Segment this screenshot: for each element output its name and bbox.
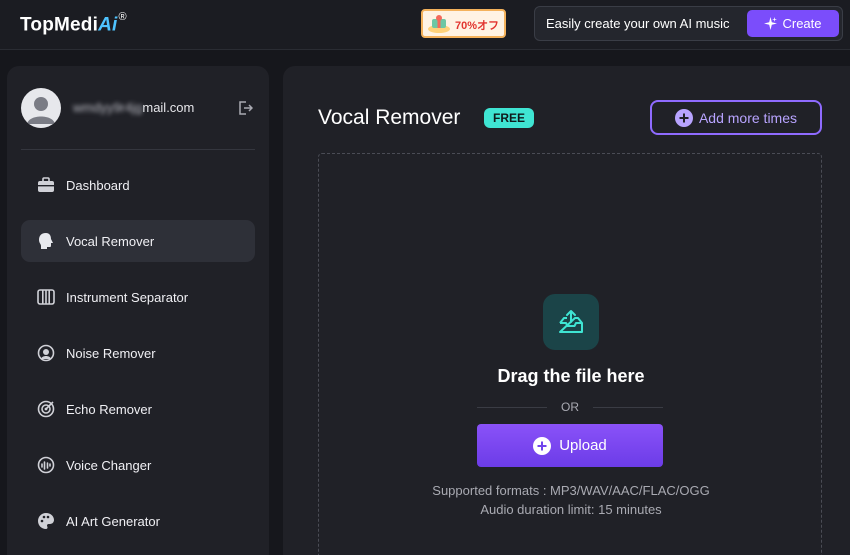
palette-icon [37,512,55,530]
sidebar-item-noise-remover[interactable]: Noise Remover [21,332,255,374]
logo-ai-mark: Ai [98,14,118,36]
user-account: wmdyy9r4jgmail.com [21,86,257,130]
sidebar-item-echo-remover[interactable]: Echo Remover [21,388,255,430]
promo-gift-icon [428,15,450,33]
sidebar-item-label: Voice Changer [66,457,152,473]
piano-icon [37,288,55,306]
user-icon [27,97,55,124]
sidebar-item-label: Dashboard [66,177,130,193]
logo-text: TopMedi [20,14,99,36]
noise-icon [37,344,55,362]
app-logo[interactable]: TopMediAi® [20,11,127,36]
registered-mark: ® [118,11,127,23]
page-title: Vocal Remover [318,106,461,129]
upload-tray-icon [559,310,583,333]
email-domain: mail.com [142,100,195,115]
or-text: OR [561,400,579,414]
file-dropzone[interactable]: Drag the file here OR Upload Supported f… [318,153,822,555]
create-music-banner: Easily create your own AI music Create [534,6,843,41]
free-badge: FREE [484,108,535,128]
top-bar: TopMediAi® 70%オフ Easily create your own … [0,0,850,50]
email-redacted: wmdyy9r4jg [73,100,143,115]
upload-button[interactable]: Upload [477,424,663,467]
sidebar-item-ai-art-generator[interactable]: AI Art Generator [21,500,255,542]
create-button[interactable]: Create [747,10,839,37]
briefcase-icon [37,176,55,194]
avatar[interactable] [21,88,61,128]
user-email: wmdyy9r4jgmail.com [73,100,194,115]
create-button-label: Create [782,16,822,31]
sidebar-item-label: Noise Remover [66,345,156,361]
sidebar-item-label: Echo Remover [66,401,152,417]
supported-formats-text: Supported formats : MP3/WAV/AAC/FLAC/OGG [432,483,710,498]
or-separator: OR [477,399,663,415]
sidebar-item-label: Vocal Remover [66,233,155,249]
sidebar-item-vocal-remover[interactable]: Vocal Remover [21,220,255,262]
upload-label: Upload [559,437,607,454]
plus-circle-icon [674,108,693,127]
duration-limit-text: Audio duration limit: 15 minutes [480,502,662,517]
main-panel: Vocal Remover FREE Add more times Drag t… [283,66,850,555]
plus-circle-icon [533,436,552,455]
add-more-label: Add more times [698,109,798,126]
voice-changer-icon [37,456,55,474]
add-more-times-button[interactable]: Add more times [650,100,822,135]
head-icon [37,232,55,250]
echo-icon [37,400,55,418]
sidebar-item-dashboard[interactable]: Dashboard [21,164,255,206]
drag-file-text: Drag the file here [497,366,645,386]
sparkle-icon [764,17,778,30]
promo-banner[interactable]: 70%オフ [421,9,506,38]
sidebar-item-label: AI Art Generator [66,513,160,529]
sidebar: wmdyy9r4jgmail.com Dashboard Vocal Remov… [7,66,269,555]
create-tagline: Easily create your own AI music [546,16,730,31]
sidebar-item-voice-changer[interactable]: Voice Changer [21,444,255,486]
sidebar-item-label: Instrument Separator [66,289,189,305]
logout-icon[interactable] [237,100,253,116]
upload-tray-tile [543,294,599,350]
sidebar-item-instrument-separator[interactable]: Instrument Separator [21,276,255,318]
promo-label: 70%オフ [455,20,500,32]
sidebar-divider [21,149,255,150]
